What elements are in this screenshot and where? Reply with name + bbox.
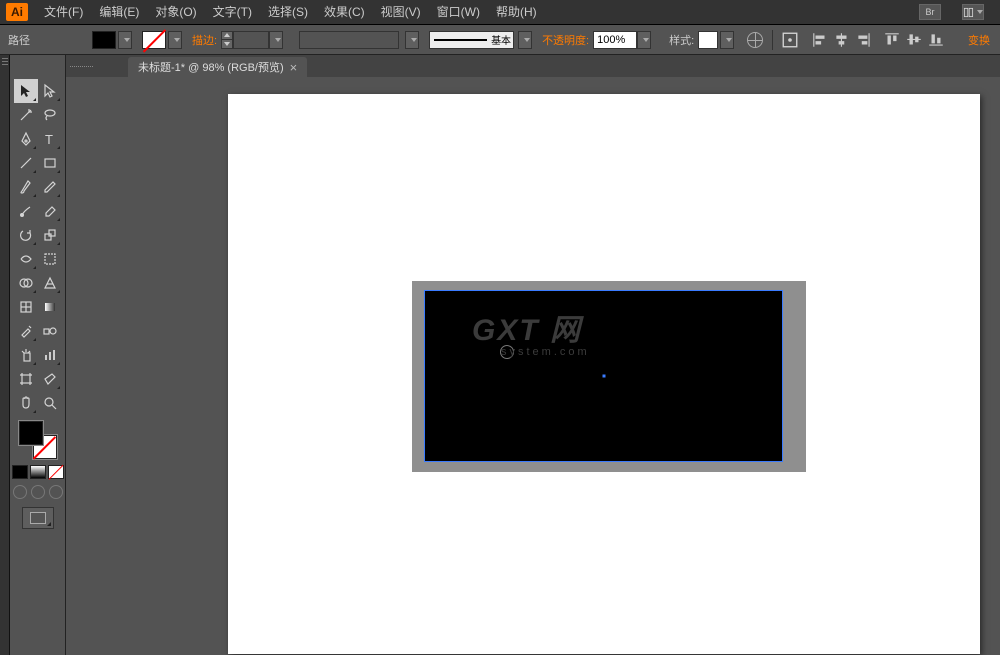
shape-builder-tool[interactable]: [14, 271, 38, 295]
type-tool[interactable]: T: [38, 127, 62, 151]
opacity-input[interactable]: 100%: [593, 31, 637, 49]
zoom-tool[interactable]: [38, 391, 62, 415]
align-top-icon[interactable]: [882, 30, 902, 50]
document-tab-title: 未标题-1* @ 98% (RGB/预览): [138, 59, 284, 75]
menu-type[interactable]: 文字(T): [205, 0, 260, 25]
color-mode-solid[interactable]: [12, 465, 28, 479]
blob-brush-tool[interactable]: [14, 199, 38, 223]
transform-label[interactable]: 变换: [968, 32, 990, 48]
scale-tool[interactable]: [38, 223, 62, 247]
menu-select[interactable]: 选择(S): [260, 0, 316, 25]
menu-help[interactable]: 帮助(H): [488, 0, 545, 25]
screen-mode-button[interactable]: [22, 507, 54, 529]
free-transform-tool[interactable]: [38, 247, 62, 271]
stroke-weight-label: 描边:: [192, 32, 217, 48]
stroke-swatch[interactable]: [142, 31, 166, 49]
stroke-weight-input[interactable]: [233, 31, 269, 49]
tabstrip-drag-handle[interactable]: [66, 55, 128, 77]
rectangle-tool[interactable]: [38, 151, 62, 175]
align-to-icon[interactable]: [780, 30, 800, 50]
stroke-weight-dropdown[interactable]: [269, 31, 283, 49]
close-tab-icon[interactable]: ×: [290, 60, 298, 75]
color-mode-gradient[interactable]: [30, 465, 46, 479]
selection-type-label: 路径: [8, 25, 30, 55]
fill-dropdown[interactable]: [118, 31, 132, 49]
mesh-tool[interactable]: [14, 295, 38, 319]
graphic-style-dropdown[interactable]: [720, 31, 734, 49]
brush-definition[interactable]: 基本: [429, 31, 514, 49]
app-icon: Ai: [6, 3, 28, 21]
menu-file[interactable]: 文件(F): [36, 0, 91, 25]
brush-tool[interactable]: [14, 175, 38, 199]
color-mode-none[interactable]: [48, 465, 64, 479]
pen-tool[interactable]: [14, 127, 38, 151]
align-hcenter-icon[interactable]: [832, 30, 852, 50]
eyedropper-tool[interactable]: [14, 319, 38, 343]
graphic-style-swatch[interactable]: [698, 31, 718, 49]
fill-swatch[interactable]: [92, 31, 116, 49]
arrange-docs-button[interactable]: [962, 4, 984, 20]
style-label: 样式:: [669, 32, 694, 48]
svg-text:T: T: [45, 132, 53, 147]
artboard-tool[interactable]: [14, 367, 38, 391]
stroke-dropdown[interactable]: [168, 31, 182, 49]
watermark: GXT 网 system.com: [472, 305, 582, 359]
options-bar: 路径 描边: 基本 不透明度: 100% 样式: 变换: [0, 25, 1000, 55]
symbol-sprayer-tool[interactable]: [14, 343, 38, 367]
recolor-icon[interactable]: [745, 30, 765, 50]
menu-edit[interactable]: 编辑(E): [91, 0, 147, 25]
lasso-tool[interactable]: [38, 103, 62, 127]
align-left-icon[interactable]: [810, 30, 830, 50]
draw-normal-icon[interactable]: [13, 485, 27, 499]
pencil-tool[interactable]: [38, 175, 62, 199]
menu-object[interactable]: 对象(O): [147, 0, 204, 25]
menu-view[interactable]: 视图(V): [373, 0, 429, 25]
graph-tool[interactable]: [38, 343, 62, 367]
line-tool[interactable]: [14, 151, 38, 175]
brush-dropdown[interactable]: [518, 31, 532, 49]
menu-window[interactable]: 窗口(W): [429, 0, 488, 25]
menu-effect[interactable]: 效果(C): [316, 0, 373, 25]
stroke-profile-dropdown[interactable]: [405, 31, 419, 49]
document-tab[interactable]: 未标题-1* @ 98% (RGB/预览) ×: [128, 57, 307, 77]
blend-tool[interactable]: [38, 319, 62, 343]
fill-stroke-indicator[interactable]: [19, 421, 57, 459]
draw-behind-icon[interactable]: [31, 485, 45, 499]
slice-tool[interactable]: [38, 367, 62, 391]
opacity-dropdown[interactable]: [637, 31, 651, 49]
align-vcenter-icon[interactable]: [904, 30, 924, 50]
magic-wand-tool[interactable]: [14, 103, 38, 127]
selection-tool[interactable]: [14, 79, 38, 103]
rotate-tool[interactable]: [14, 223, 38, 247]
stroke-profile-preview[interactable]: [299, 31, 399, 49]
opacity-label: 不透明度:: [542, 32, 589, 48]
tools-panel: T: [10, 55, 66, 655]
fill-color-swatch[interactable]: [19, 421, 43, 445]
align-right-icon[interactable]: [854, 30, 874, 50]
direct-selection-tool[interactable]: [38, 79, 62, 103]
perspective-tool[interactable]: [38, 271, 62, 295]
width-tool[interactable]: [14, 247, 38, 271]
eraser-tool[interactable]: [38, 199, 62, 223]
hand-tool[interactable]: [14, 391, 38, 415]
selection-center-handle[interactable]: [602, 375, 605, 378]
canvas[interactable]: GXT 网 system.com: [66, 77, 1000, 655]
bridge-button[interactable]: Br: [919, 4, 941, 20]
document-tabstrip: 未标题-1* @ 98% (RGB/预览) ×: [66, 55, 1000, 77]
align-bottom-icon[interactable]: [926, 30, 946, 50]
draw-inside-icon[interactable]: [49, 485, 63, 499]
panel-drag-edge[interactable]: [0, 55, 10, 655]
gradient-tool[interactable]: [38, 295, 62, 319]
menu-bar: Ai 文件(F) 编辑(E) 对象(O) 文字(T) 选择(S) 效果(C) 视…: [0, 0, 1000, 25]
